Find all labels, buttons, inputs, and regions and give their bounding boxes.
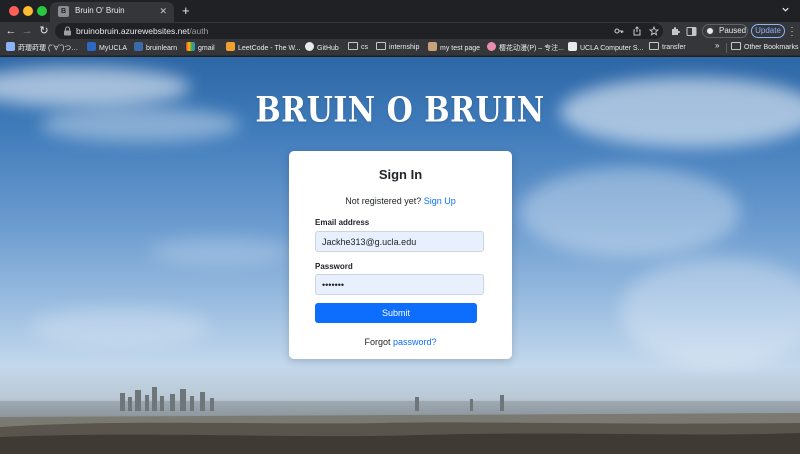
bookmark-folder[interactable]: cs [348,42,368,54]
profile-button[interactable]: Paused [702,24,748,38]
url-host: bruinobruin.azurewebsites.net [76,26,190,36]
sakura-favicon-icon [487,42,496,51]
bruinlearn-favicon-icon [134,42,143,51]
city-skyline-image [0,387,800,454]
signup-prompt: Not registered yet? Sign Up [289,196,512,206]
cloud-decoration [30,307,210,347]
bookmark-label: internship [389,44,420,51]
folder-icon [731,42,741,50]
test-page-favicon-icon [428,42,437,51]
address-bar[interactable]: bruinobruin.azurewebsites.net/auth [55,23,663,39]
folder-icon [376,42,386,50]
bookmark-item[interactable]: 莳璎莳璎 (˘∀˘)つ… [6,42,78,54]
url-text[interactable]: bruinobruin.azurewebsites.net/auth [76,26,208,36]
bookmark-label: transfer [662,44,686,51]
email-field[interactable] [315,231,484,252]
bookmark-item[interactable]: 樱花动漫(P) – 专注... [487,42,564,54]
bookmark-label: UCLA Computer S... [580,45,644,52]
signin-card: Sign In Not registered yet? Sign Up Emai… [289,151,512,359]
email-label: Email address [315,218,370,227]
bookmarks-bar: 莳璎莳璎 (˘∀˘)つ… MyUCLA bruinlearn gmail Lee… [0,40,800,56]
bookmark-label: GitHub [317,45,339,52]
cloud-decoration [520,167,740,257]
forward-button[interactable]: → [20,24,34,38]
bookmark-folder[interactable]: internship [376,42,419,54]
forgot-password-link[interactable]: password? [393,337,437,347]
folder-icon [348,42,358,50]
bookmark-favicon-icon [6,42,15,51]
bookmark-label: 莳璎莳璎 (˘∀˘)つ… [18,45,79,52]
forgot-prefix: Forgot [364,337,391,347]
bookmark-item[interactable]: UCLA Computer S... [568,42,643,54]
browser-toolbar: ← → ↻ bruinobruin.azurewebsites.net/auth… [0,22,800,40]
bookmark-label: gmail [198,45,215,52]
close-window-button[interactable] [9,6,19,16]
signup-prompt-text: Not registered yet? [345,196,422,206]
brand-logo: BRUIN O BRUIN [255,90,545,131]
back-button[interactable]: ← [4,24,18,38]
github-favicon-icon [305,42,314,51]
submit-button[interactable]: Submit [315,303,477,323]
other-bookmarks-folder[interactable]: Other Bookmarks [731,42,798,54]
minimize-window-button[interactable] [23,6,33,16]
bookmark-item[interactable]: MyUCLA [87,42,127,54]
profile-status: Paused [719,26,747,35]
signin-title: Sign In [378,167,423,182]
bookmark-item[interactable]: gmail [186,42,215,54]
password-label: Password [315,262,353,271]
new-tab-button[interactable]: + [182,4,190,17]
bookmark-label: 樱花动漫(P) – 专注... [499,45,564,52]
page-content: BRUIN O BRUIN Sign In Not registered yet… [0,57,800,454]
bookmark-label: my test page [440,45,481,52]
avatar [705,26,715,36]
lock-icon[interactable] [63,26,72,36]
bookmark-item[interactable]: LeetCode - The W... [226,42,301,54]
gmail-favicon-icon [186,42,195,51]
bookmark-folder[interactable]: transfer [649,42,686,54]
side-panel-icon[interactable] [686,26,697,37]
signup-link[interactable]: Sign Up [424,196,456,206]
more-menu-icon[interactable]: · · · [789,23,795,40]
bookmark-label: bruinlearn [146,45,178,52]
extensions-puzzle-icon[interactable] [670,26,681,37]
leetcode-favicon-icon [226,42,235,51]
close-tab-icon[interactable]: ✕ [159,6,167,17]
bookmark-label: LeetCode - The W... [238,45,301,52]
myucla-favicon-icon [87,42,96,51]
tab-title: Bruin O' Bruin [75,6,125,15]
maximize-window-button[interactable] [37,6,47,16]
cloud-decoration [150,237,290,267]
password-field[interactable] [315,274,484,295]
bookmark-item[interactable]: bruinlearn [134,42,177,54]
folder-icon [649,42,659,50]
site-favicon-icon: B [58,6,69,17]
ucla-cs-favicon-icon [568,42,577,51]
update-button[interactable]: Update [751,24,785,38]
bookmark-label: Other Bookmarks [744,44,799,51]
cloud-decoration [620,257,800,367]
chevron-down-icon[interactable] [781,5,790,14]
url-path: /auth [189,26,209,36]
tab-bruin-o-bruin[interactable]: B Bruin O' Bruin ✕ [50,2,174,22]
bookmark-label: MyUCLA [99,45,128,52]
key-icon[interactable] [614,26,624,36]
bookmark-item[interactable]: GitHub [305,42,339,54]
share-icon[interactable] [632,26,642,36]
bookmark-item[interactable]: my test page [428,42,480,54]
bookmarks-divider [726,43,727,53]
more-bookmarks-button[interactable]: » [715,41,719,50]
bookmark-label: cs [361,44,368,51]
tab-strip: B Bruin O' Bruin ✕ + [0,0,800,22]
star-icon[interactable] [649,26,659,36]
forgot-password-prompt: Forgot password? [289,337,512,347]
reload-button[interactable]: ↻ [37,24,51,38]
